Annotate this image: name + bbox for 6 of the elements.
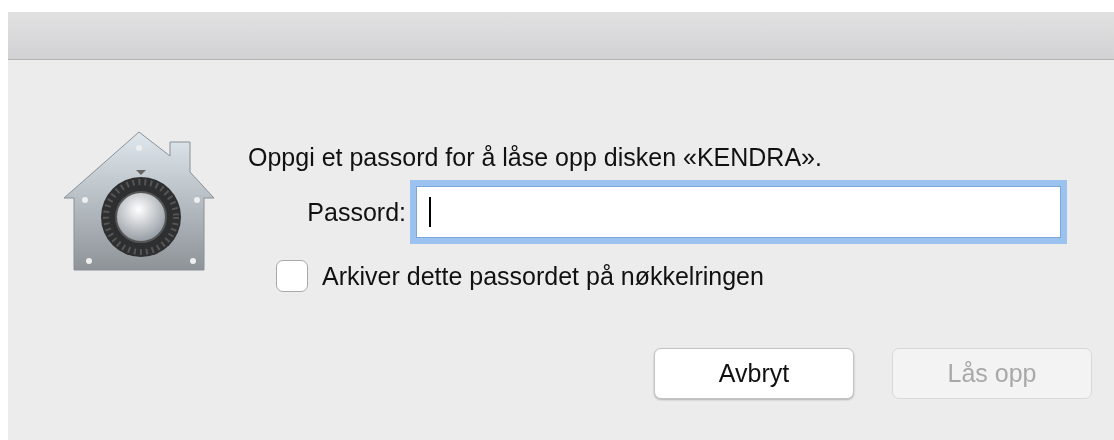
checkbox-label: Arkiver dette passordet på nøkkelringen [322,261,764,291]
house-vault-icon [62,130,216,272]
field-label: Passord: [306,197,407,227]
dialog-button[interactable]: Avbryt [654,348,854,399]
checkbox[interactable] [276,260,308,292]
prompt-text: Oppgi et passord for å låse opp disken «KENDRA». [248,142,823,172]
